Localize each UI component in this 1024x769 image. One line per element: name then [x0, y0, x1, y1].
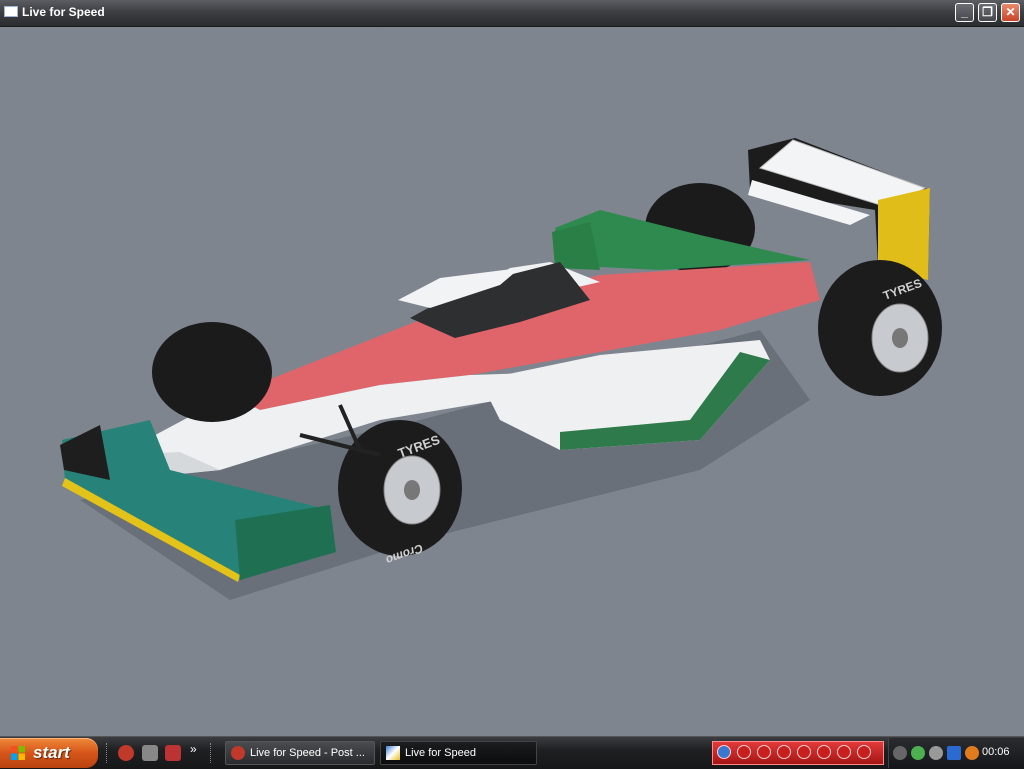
quicklaunch-more-icon[interactable]: » — [190, 742, 206, 758]
clock[interactable]: 00:06 — [982, 746, 1010, 758]
start-button[interactable]: start — [0, 738, 98, 768]
window-titlebar[interactable]: Live for Speed _ ❐ ✕ — [0, 0, 1024, 27]
stop-icon[interactable] — [737, 745, 751, 759]
start-label: start — [33, 743, 70, 762]
stop-icon[interactable] — [777, 745, 791, 759]
media-app-icon — [717, 745, 731, 759]
tasks-separator — [210, 743, 214, 763]
mute-icon[interactable] — [857, 745, 871, 759]
quicklaunch-app-icon[interactable] — [118, 745, 134, 761]
volume-icon[interactable] — [837, 745, 851, 759]
minimize-button[interactable]: _ — [955, 3, 974, 22]
network-icon[interactable] — [947, 746, 961, 760]
lfs-icon — [386, 746, 400, 760]
previous-icon[interactable] — [797, 745, 811, 759]
game-viewport[interactable]: TYRES Cromo TYRES — [0, 27, 1024, 736]
front-left-tyre — [152, 322, 272, 422]
pause-icon[interactable] — [757, 745, 771, 759]
next-icon[interactable] — [817, 745, 831, 759]
race-car-render: TYRES Cromo TYRES — [60, 138, 942, 600]
task-button-active[interactable]: Live for Speed — [380, 741, 537, 765]
close-button[interactable]: ✕ — [1001, 3, 1020, 22]
antivirus-icon[interactable] — [965, 746, 979, 760]
window-title: Live for Speed — [22, 5, 105, 19]
media-player-toolbar[interactable] — [712, 741, 884, 765]
windows-logo-icon — [11, 746, 25, 760]
window-icon — [4, 6, 18, 17]
quicklaunch-app-icon[interactable] — [165, 745, 181, 761]
task-button[interactable]: Live for Speed - Post ... — [225, 741, 375, 765]
quicklaunch-separator — [106, 743, 110, 763]
maximize-button[interactable]: ❐ — [978, 3, 997, 22]
quicklaunch-app-icon[interactable] — [142, 745, 158, 761]
opera-icon — [231, 746, 245, 760]
messenger-icon[interactable] — [911, 746, 925, 760]
tray-arrow-icon[interactable] — [893, 746, 907, 760]
task-label: Live for Speed - Post ... — [250, 747, 365, 759]
tray-app-icon[interactable] — [929, 746, 943, 760]
task-label: Live for Speed — [405, 747, 476, 759]
taskbar: start » Live for Speed - Post ... Live f… — [0, 736, 1024, 769]
